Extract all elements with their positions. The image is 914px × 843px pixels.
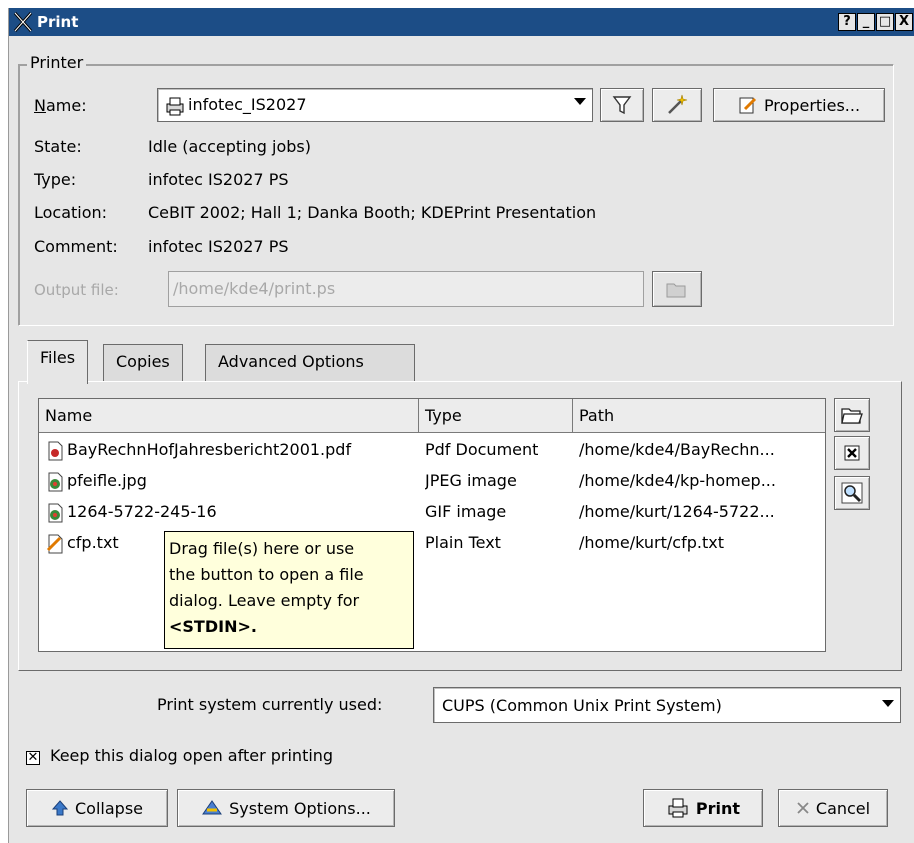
file-name: pfeifle.jpg [67, 471, 147, 490]
printer-name-value: infotec_IS2027 [188, 95, 307, 114]
keep-open-checkbox[interactable]: ✕ [26, 751, 40, 765]
tab-copies[interactable]: Copies [103, 344, 183, 382]
cancel-label: Cancel [815, 798, 871, 818]
arrow-up-icon [51, 800, 69, 816]
window-title: Print [37, 13, 79, 31]
file-type: GIF image [425, 502, 507, 521]
print-system-value: CUPS (Common Unix Print System) [442, 696, 722, 715]
state-value: Idle (accepting jobs) [148, 137, 311, 156]
comment-value: infotec IS2027 PS [148, 237, 289, 256]
close-window-button[interactable]: X [895, 13, 913, 31]
help-window-button[interactable]: ? [838, 13, 856, 31]
folder-open-icon [666, 283, 686, 298]
system-options-icon [202, 800, 223, 815]
add-printer-wizard-button[interactable] [652, 88, 702, 122]
cancel-button[interactable]: Cancel [778, 789, 888, 827]
folder-open-icon [841, 408, 863, 424]
x-app-icon [13, 12, 33, 32]
file-type: Pdf Document [425, 440, 539, 459]
tooltip-line: the button to open a file [169, 565, 364, 584]
printer-icon [166, 97, 184, 116]
file-name: BayRechnHofJahresbericht2001.pdf [67, 440, 352, 459]
file-name: 1264-5722-245-16 [67, 502, 217, 521]
printer-filter-button[interactable] [600, 88, 644, 122]
files-list[interactable]: Name Type Path BayRechnHofJahresbericht2… [38, 398, 826, 652]
list-item[interactable]: BayRechnHofJahresbericht2001.pdf Pdf Doc… [39, 435, 825, 465]
tooltip-line: <STDIN>. [169, 617, 257, 636]
properties-label: Properties... [763, 95, 861, 115]
image-icon [48, 503, 63, 522]
files-list-header: Name Type Path [39, 399, 825, 433]
image-icon [48, 472, 63, 491]
properties-button[interactable]: Properties... [713, 88, 885, 122]
list-item[interactable]: cfp.txt Plain Text /home/kurt/cfp.txt [39, 528, 825, 558]
chevron-down-icon [574, 98, 586, 105]
drag-files-tooltip: Drag file(s) here or use the button to o… [164, 531, 414, 649]
collapse-label: Collapse [75, 798, 143, 818]
file-path: /home/kurt/cfp.txt [579, 533, 724, 552]
location-value: CeBIT 2002; Hall 1; Danka Booth; KDEPrin… [148, 203, 597, 222]
file-name: cfp.txt [67, 533, 119, 552]
magic-wand-icon [668, 94, 688, 114]
tab-files[interactable]: Files [27, 340, 89, 384]
column-header-type[interactable]: Type [419, 399, 573, 433]
print-system-label: Print system currently used: [157, 695, 383, 714]
remove-icon [844, 445, 860, 461]
tooltip-line: Drag file(s) here or use [169, 539, 355, 558]
column-header-path[interactable]: Path [573, 399, 825, 433]
text-file-icon [46, 534, 63, 553]
print-button[interactable]: Print [643, 789, 763, 827]
maximize-window-button[interactable]: □ [876, 13, 894, 31]
output-file-field: /home/kde4/print.ps [168, 271, 644, 307]
printer-group-legend: Printer [27, 53, 87, 72]
cancel-x-icon [797, 802, 809, 814]
minimize-window-button[interactable]: _ [857, 13, 875, 31]
file-path: /home/kurt/1264-5722... [579, 502, 775, 521]
keep-open-label[interactable]: Keep this dialog open after printing [50, 746, 333, 765]
file-type: Plain Text [425, 533, 501, 552]
comment-label: Comment: [34, 237, 118, 256]
preview-file-button[interactable] [834, 476, 870, 510]
state-label: State: [34, 137, 82, 156]
remove-file-button[interactable] [834, 436, 870, 470]
column-header-name[interactable]: Name [39, 399, 419, 433]
file-path: /home/kde4/BayRechn... [579, 440, 775, 459]
chevron-down-icon [882, 700, 894, 707]
printer-name-combo[interactable]: infotec_IS2027 [157, 88, 593, 122]
output-file-label: Output file: [34, 281, 119, 299]
name-label: Name: [34, 96, 87, 115]
add-file-button[interactable] [834, 398, 870, 432]
pdf-icon [48, 441, 63, 460]
name-label-rest: ame: [45, 96, 87, 115]
system-options-label: System Options... [229, 798, 371, 818]
magnifier-icon [841, 482, 863, 504]
list-item[interactable]: 1264-5722-245-16 GIF image /home/kurt/12… [39, 497, 825, 527]
type-label: Type: [34, 170, 77, 189]
filter-funnel-icon [612, 96, 632, 115]
collapse-button[interactable]: Collapse [26, 789, 168, 827]
print-system-combo[interactable]: CUPS (Common Unix Print System) [433, 687, 901, 723]
properties-icon [739, 97, 756, 114]
tab-advanced-options[interactable]: Advanced Options [205, 344, 415, 382]
file-path: /home/kde4/kp-homep... [579, 471, 776, 490]
browse-output-button [652, 271, 702, 307]
tooltip-line: dialog. Leave empty for [169, 591, 360, 610]
file-type: JPEG image [425, 471, 517, 490]
printer-icon [668, 798, 688, 818]
location-label: Location: [34, 203, 108, 222]
system-options-button[interactable]: System Options... [177, 789, 395, 827]
list-item[interactable]: pfeifle.jpg JPEG image /home/kde4/kp-hom… [39, 466, 825, 496]
type-value: infotec IS2027 PS [148, 170, 289, 189]
print-label: Print [695, 798, 741, 818]
title-bar[interactable]: Print ? _ □ X [9, 8, 914, 36]
